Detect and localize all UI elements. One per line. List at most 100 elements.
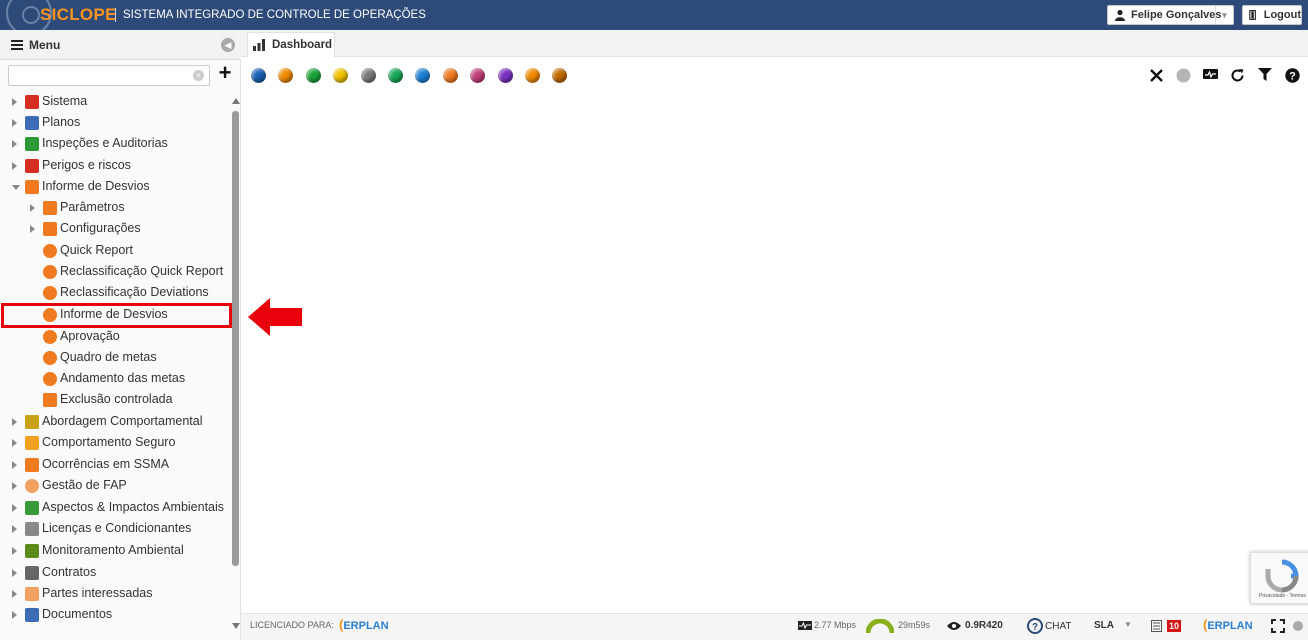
status-dot[interactable] [497, 68, 513, 83]
sidebar-item[interactable]: Abordagem Comportamental [0, 412, 230, 432]
sidebar-item[interactable]: Exclusão controlada [0, 390, 230, 410]
expand-right-icon[interactable] [12, 590, 17, 598]
expand-right-icon[interactable] [12, 547, 17, 555]
brand-logo[interactable]: SICLOPE [40, 5, 117, 25]
expand-right-icon[interactable] [30, 204, 35, 212]
phone-icon [43, 308, 57, 322]
expand-right-icon[interactable] [12, 461, 17, 469]
sidebar-item[interactable]: Contratos [0, 563, 230, 583]
people-icon [25, 587, 39, 601]
sidebar-item[interactable]: Perigos e riscos [0, 156, 230, 176]
sidebar-item-label: Sistema [42, 94, 88, 108]
help-icon[interactable]: ? [1284, 67, 1300, 83]
expand-right-icon[interactable] [30, 225, 35, 233]
sidebar-item[interactable]: Quick Report [0, 241, 230, 261]
expand-right-icon[interactable] [12, 439, 17, 447]
circle-icon[interactable] [1175, 67, 1191, 83]
sidebar-item[interactable]: Andamento das metas [0, 369, 230, 389]
scroll-up-icon[interactable] [232, 98, 240, 104]
status-dot[interactable] [388, 68, 403, 83]
expand-right-icon[interactable] [12, 525, 17, 533]
sidebar-item[interactable]: Informe de Desvios [0, 305, 230, 325]
sidebar-item[interactable]: Parâmetros [0, 198, 230, 218]
status-dot[interactable] [278, 68, 294, 83]
logout-button[interactable]: Logout [1242, 5, 1302, 25]
falling-person-icon [25, 458, 39, 472]
sidebar-scrollbar[interactable] [232, 96, 240, 636]
sidebar-item[interactable]: Inspeções e Auditorias [0, 134, 230, 154]
status-dot[interactable] [442, 68, 458, 83]
sidebar-item[interactable]: Sistema [0, 92, 230, 112]
close-icon[interactable] [1148, 67, 1164, 83]
scroll-down-icon[interactable] [232, 623, 240, 629]
top-bar: SICLOPE SISTEMA INTEGRADO DE CONTROLE DE… [0, 0, 1308, 36]
sla-label[interactable]: SLA [1094, 620, 1114, 631]
session-gauge-icon [866, 619, 894, 633]
status-dot[interactable] [552, 68, 568, 83]
fullscreen-icon[interactable] [1271, 619, 1285, 633]
notification-badge[interactable]: 10 [1167, 620, 1182, 632]
sidebar-item[interactable]: Comportamento Seguro [0, 433, 230, 453]
expand-right-icon[interactable] [12, 98, 17, 106]
status-dot[interactable] [360, 68, 376, 83]
recaptcha-badge[interactable]: Privacidade - Termos [1250, 552, 1308, 604]
sidebar-item[interactable]: Reclassificação Deviations [0, 283, 230, 303]
expand-down-icon[interactable] [12, 185, 20, 190]
sidebar-item[interactable]: Aspectos & Impactos Ambientais [0, 498, 230, 518]
clear-search-icon[interactable]: × [193, 70, 204, 81]
thumbs-up-icon [43, 330, 57, 344]
sidebar-item-label: Aspectos & Impactos Ambientais [42, 500, 225, 514]
filter-icon[interactable] [1257, 67, 1273, 83]
sidebar-item-label: Documentos [42, 607, 113, 621]
sidebar-item[interactable]: Partes interessadas [0, 584, 230, 604]
sidebar-item[interactable]: Informe de Desvios [0, 177, 230, 197]
expand-right-icon[interactable] [12, 611, 17, 619]
expand-right-icon[interactable] [12, 119, 17, 127]
status-dot[interactable] [305, 68, 321, 83]
sidebar-item[interactable]: Aprovação [0, 327, 230, 347]
sidebar-item[interactable]: Licenças e Condicionantes [0, 519, 230, 539]
sidebar-item[interactable]: Ocorrências em SSMA [0, 455, 230, 475]
recaptcha-terms[interactable]: Privacidade - Termos [1259, 593, 1306, 599]
expand-right-icon[interactable] [12, 569, 17, 577]
sidebar-item-label: Abordagem Comportamental [42, 414, 203, 428]
user-menu-button[interactable]: Felipe Gonçalves ▼ [1107, 5, 1234, 25]
tab-dashboard[interactable]: Dashboard [247, 32, 335, 57]
sidebar-item[interactable]: Reclassificação Quick Report [0, 262, 230, 282]
licensee-name: ERPLAN [343, 620, 389, 632]
expand-right-icon[interactable] [12, 504, 17, 512]
clipboard-icon[interactable] [1151, 620, 1162, 632]
expand-right-icon[interactable] [12, 140, 17, 148]
status-dot[interactable] [470, 68, 486, 83]
status-dot[interactable] [415, 68, 431, 83]
monitor-icon[interactable] [1202, 67, 1218, 83]
status-circle-icon [1293, 621, 1303, 631]
expand-right-icon[interactable] [12, 418, 17, 426]
collapse-sidebar-button[interactable]: ◀ [221, 38, 235, 52]
status-dot[interactable] [251, 68, 266, 83]
refresh-icon[interactable] [1229, 67, 1245, 83]
scales-icon [25, 566, 39, 580]
add-button[interactable]: + [215, 62, 235, 85]
sla-chevron-down-icon[interactable]: ▼ [1124, 620, 1132, 629]
sidebar-item-label: Licenças e Condicionantes [42, 521, 192, 535]
expand-right-icon[interactable] [12, 482, 17, 490]
status-dot[interactable] [525, 68, 540, 83]
document-icon [25, 522, 39, 536]
menu-search-input[interactable]: × [8, 65, 210, 86]
scrollbar-thumb[interactable] [232, 111, 239, 566]
status-footer: LICENCIADO PARA: (ERPLAN 2.77 Mbps 29m59… [241, 613, 1308, 640]
sidebar-item[interactable]: Quadro de metas [0, 348, 230, 368]
chat-button[interactable]: ? CHAT [1027, 618, 1071, 634]
sidebar-item[interactable]: Planos [0, 113, 230, 133]
status-dot[interactable] [333, 68, 349, 83]
sidebar-item[interactable]: Gestão de FAP [0, 476, 230, 496]
sidebar-item[interactable]: Configurações [0, 219, 230, 239]
sidebar-item[interactable]: Documentos [0, 605, 230, 625]
expand-right-icon[interactable] [12, 162, 17, 170]
sidebar-item-label: Aprovação [60, 329, 120, 343]
svg-text:?: ? [1289, 70, 1296, 82]
chevron-down-icon[interactable]: ▼ [1215, 6, 1233, 24]
sidebar-item[interactable]: Monitoramento Ambiental [0, 541, 230, 561]
hamburger-icon[interactable] [11, 40, 23, 50]
